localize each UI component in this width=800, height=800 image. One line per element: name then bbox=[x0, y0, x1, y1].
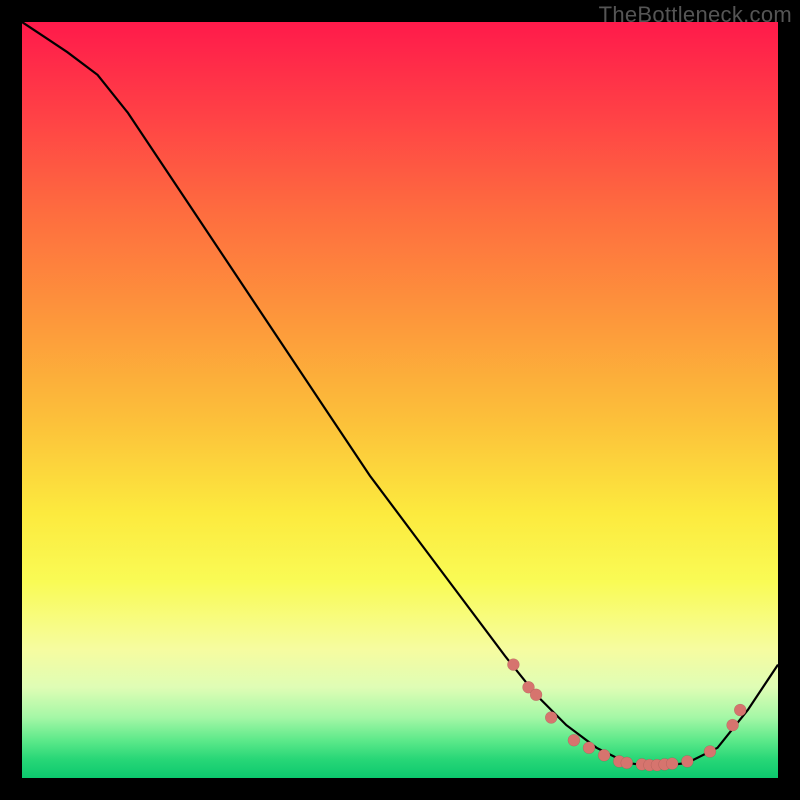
data-point bbox=[666, 758, 678, 770]
watermark-text: TheBottleneck.com bbox=[599, 2, 792, 28]
data-point bbox=[545, 712, 557, 724]
data-point bbox=[727, 719, 739, 731]
chart-frame: TheBottleneck.com bbox=[0, 0, 800, 800]
data-point bbox=[507, 659, 519, 671]
data-point bbox=[734, 704, 746, 716]
data-point bbox=[621, 757, 633, 769]
data-point bbox=[530, 689, 542, 701]
data-point bbox=[568, 734, 580, 746]
plot-area bbox=[22, 22, 778, 778]
data-point bbox=[681, 755, 693, 767]
data-point bbox=[704, 746, 716, 758]
data-point bbox=[583, 742, 595, 754]
chart-svg bbox=[22, 22, 778, 778]
data-point bbox=[598, 749, 610, 761]
data-points-group bbox=[507, 659, 746, 772]
curve-line bbox=[22, 22, 778, 767]
